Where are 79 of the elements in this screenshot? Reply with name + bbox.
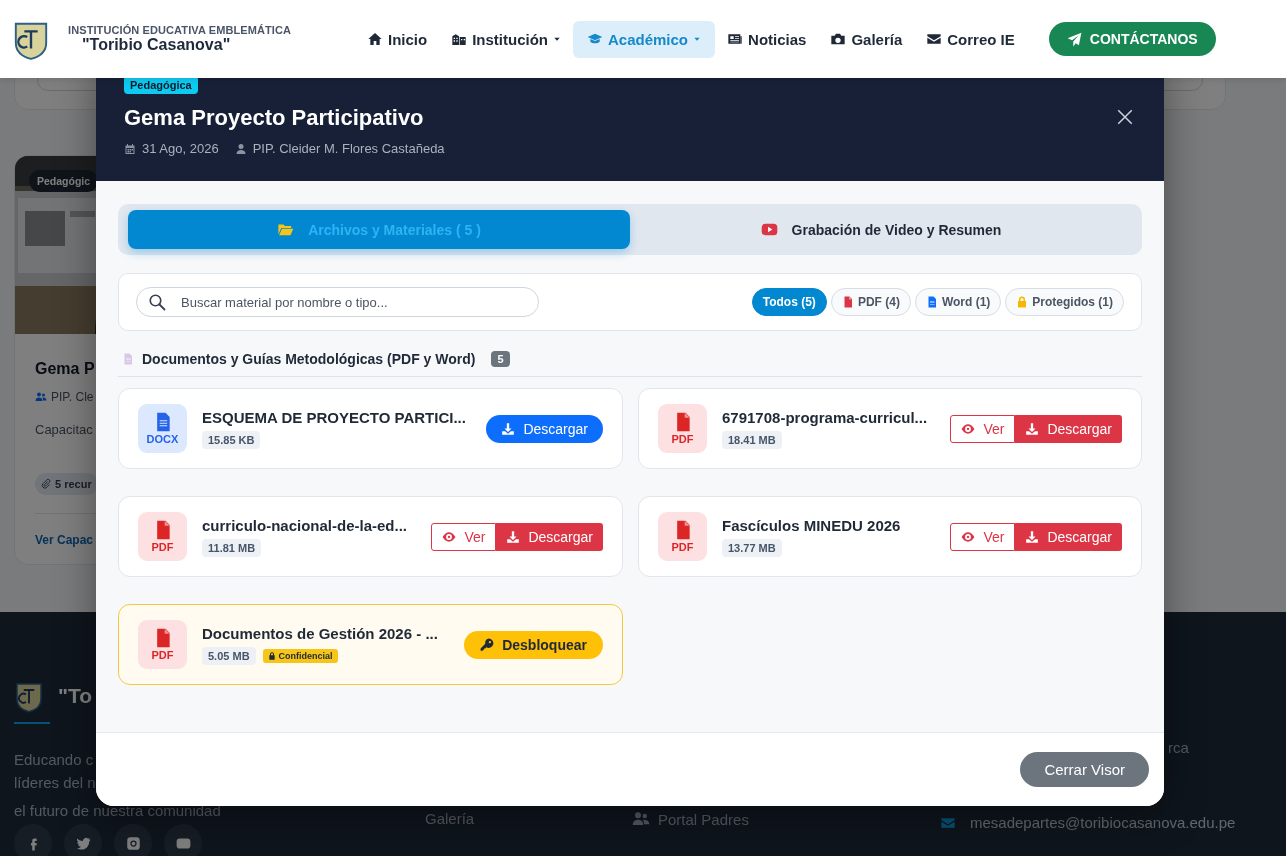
paper-plane-icon — [1066, 31, 1082, 47]
social-button[interactable] — [64, 824, 102, 856]
nav-link[interactable]: Correo IE — [914, 20, 1027, 58]
footer-email: mesadepartes@toribiocasanova.edu.pe — [970, 814, 1236, 831]
file-size-badge: 11.81 MB — [202, 538, 262, 557]
lock-icon — [1016, 296, 1029, 308]
file-name: Documentos de Gestión 2026 - ... — [202, 624, 439, 642]
document-icon — [122, 353, 134, 365]
file-type-label: PDF — [151, 541, 174, 553]
file-name: ESQUEMA DE PROYECTO PARTICI... — [202, 408, 467, 426]
file-size-badge: 18.41 MB — [722, 430, 782, 449]
filter-chip[interactable]: Protegidos (1) — [1005, 288, 1124, 316]
contact-button[interactable]: CONTÁCTANOS — [1048, 22, 1216, 56]
filter-chip[interactable]: Todos (5) — [751, 288, 827, 316]
tab[interactable]: Grabación de Video y Resumen — [630, 210, 1132, 249]
card-author: PIP. Cle — [51, 390, 94, 404]
file-type-label: PDF — [151, 649, 174, 661]
lock-icon — [267, 651, 276, 660]
file-type-label: PDF — [671, 541, 694, 553]
key-icon — [480, 637, 495, 652]
confidential-badge: Confidencial — [262, 648, 338, 663]
view-button[interactable]: Ver — [431, 522, 497, 551]
social-button[interactable] — [114, 824, 152, 856]
file-size-badge: 13.77 MB — [722, 538, 782, 557]
download-button[interactable]: Descargar — [496, 522, 603, 551]
resource-count-badge: 5 recur — [35, 473, 98, 495]
school-name: "Toribio Casanova" — [82, 36, 232, 54]
nav-link[interactable]: Académico — [573, 20, 716, 58]
card-description: Capacitac — [35, 422, 93, 437]
view-button[interactable]: Ver — [950, 522, 1016, 551]
download-icon — [506, 529, 521, 544]
home-icon — [367, 31, 383, 47]
unlock-button[interactable]: Desbloquear — [464, 630, 603, 659]
building-icon — [451, 31, 468, 47]
calendar-icon — [124, 142, 136, 155]
users-icon — [632, 810, 650, 828]
view-button[interactable]: Ver — [950, 414, 1016, 443]
footer-brand-name: "To — [58, 684, 93, 708]
download-button[interactable]: Descargar — [1015, 522, 1122, 551]
modal-title: Gema Proyecto Participativo — [124, 105, 425, 131]
download-button[interactable]: Descargar — [1015, 414, 1122, 443]
close-viewer-button[interactable]: Cerrar Visor — [1020, 752, 1149, 787]
nav-link[interactable]: Inicio — [355, 20, 440, 58]
download-button[interactable]: Descargar — [486, 414, 603, 443]
file-type-label: PDF — [671, 433, 694, 445]
file-name: Fascículos MINEDU 2026 — [722, 516, 902, 534]
video-icon — [760, 221, 778, 238]
file-name: curriculo-nacional-de-la-ed... — [202, 516, 409, 534]
file-size-badge: 15.85 KB — [202, 430, 261, 449]
file-size-badge: 5.05 MB — [202, 646, 256, 665]
close-icon — [1116, 108, 1134, 126]
social-button[interactable] — [164, 824, 202, 856]
social-button[interactable] — [14, 824, 52, 856]
section-title: Documentos y Guías Metodológicas (PDF y Word) — [142, 351, 476, 367]
footer-address: rca — [1168, 739, 1189, 756]
file-name: 6791708-programa-curricul... — [722, 408, 929, 426]
download-icon — [1025, 529, 1040, 544]
download-icon — [1025, 421, 1040, 436]
instagram-icon — [125, 835, 141, 851]
nav-link[interactable]: Noticias — [715, 20, 819, 58]
filter-chip[interactable]: PDF (4) — [830, 288, 911, 316]
nav-link[interactable]: Galería — [818, 20, 915, 58]
download-icon — [501, 421, 516, 436]
nav-link[interactable]: Institución — [439, 20, 573, 58]
twitter-icon — [75, 835, 91, 851]
card-title: Gema P — [35, 360, 95, 378]
envelope-icon — [926, 31, 943, 47]
category-badge: Pedagógic — [29, 170, 99, 192]
file-type-label: DOCX — [146, 433, 179, 445]
camera-icon — [830, 31, 847, 47]
newspaper-icon — [727, 31, 744, 47]
school-subtitle: INSTITUCIÓN EDUCATIVA EMBLEMÁTICA — [68, 24, 292, 36]
count-badge: 5 — [491, 351, 510, 367]
card-link[interactable]: Ver Capac — [35, 533, 94, 547]
search-field[interactable]: Buscar material por nombre o tipo... — [136, 287, 539, 317]
event-date: 31 Ago, 2026 — [142, 141, 219, 156]
paperclip-icon — [41, 479, 51, 489]
filter-chip[interactable]: Word (1) — [914, 288, 1002, 316]
event-author: PIP. Cleider M. Flores Castañeda — [252, 141, 445, 156]
